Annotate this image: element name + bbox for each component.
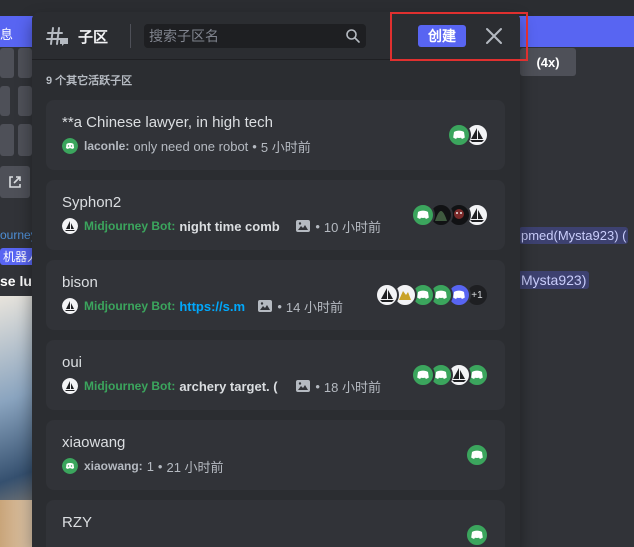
participant-avatars: +1 xyxy=(375,283,489,307)
threads-icon xyxy=(46,27,68,46)
highlight-annotation-box xyxy=(390,12,528,61)
separator-dot: • xyxy=(277,298,282,314)
separator-dot: • xyxy=(315,378,320,394)
separator-dot: • xyxy=(252,138,257,154)
threads-popup: 子区 创建 9 个其它活跃子区 **a Chinese lawyer, in h… xyxy=(32,12,520,547)
search-box xyxy=(144,24,366,48)
thread-name: **a Chinese lawyer, in high tech xyxy=(62,114,273,131)
thread-name: oui xyxy=(62,354,83,371)
thread-last-message: only need one robot xyxy=(133,138,249,154)
background-mention[interactable]: pmed(Mysta923) ( xyxy=(519,227,629,244)
thread-time: 14 小时前 xyxy=(285,299,343,315)
thread-last-message: 1 xyxy=(146,458,154,474)
background-upscale-button[interactable]: (4x) xyxy=(520,48,576,76)
thread-last-message: archery target. ( xyxy=(179,378,278,394)
separator-dot: • xyxy=(315,218,320,234)
background-link-button[interactable] xyxy=(0,166,30,198)
popup-title: 子区 xyxy=(78,29,109,46)
thread-author: xiaowang: xyxy=(84,459,143,473)
thread-last-message[interactable]: https://s.m xyxy=(179,299,251,314)
image-icon xyxy=(296,380,311,392)
discord-avatar-icon xyxy=(447,123,471,147)
thread-meta: Midjourney Bot: https://s.m • 14 小时前 xyxy=(62,298,343,315)
thread-card[interactable]: Syphon2 Midjourney Bot: night time comb … xyxy=(46,180,505,250)
image-icon xyxy=(258,300,273,312)
thread-meta: Midjourney Bot: night time comb • 10 小时前 xyxy=(62,218,381,235)
background-button[interactable] xyxy=(18,48,32,78)
background-button[interactable] xyxy=(0,48,14,78)
header-divider xyxy=(130,24,131,48)
thread-card[interactable]: oui Midjourney Bot: archery target. ( • … xyxy=(46,340,505,410)
thread-name: xiaowang xyxy=(62,434,126,451)
background-text: se lu xyxy=(0,273,32,289)
sailboat-avatar-icon xyxy=(62,298,78,314)
separator-dot: • xyxy=(157,458,163,474)
discord-avatar-icon xyxy=(62,458,78,474)
background-banner-text: 息 xyxy=(0,27,14,42)
discord-avatar-icon xyxy=(465,523,489,547)
discord-avatar-icon xyxy=(62,138,78,154)
thread-name: bison xyxy=(62,274,98,291)
sailboat-avatar-icon xyxy=(375,283,399,307)
thread-author: Midjourney Bot: xyxy=(84,299,176,313)
discord-avatar-icon xyxy=(411,203,435,227)
background-button[interactable] xyxy=(0,124,14,156)
participant-avatars xyxy=(465,523,489,547)
thread-meta: xiaowang: 1 • 21 小时前 xyxy=(62,458,224,475)
thread-time: 18 小时前 xyxy=(323,379,381,395)
background-button[interactable] xyxy=(18,86,32,116)
thread-card[interactable]: xiaowang xiaowang: 1 • 21 小时前 xyxy=(46,420,505,490)
search-input[interactable] xyxy=(144,24,340,48)
thread-card[interactable]: **a Chinese lawyer, in high tech laconle… xyxy=(46,100,505,170)
thread-meta: laconle: only need one robot • 5 小时前 xyxy=(62,138,311,155)
background-button[interactable] xyxy=(18,124,32,156)
thread-author: laconle: xyxy=(84,139,130,153)
thread-time: 10 小时前 xyxy=(323,219,381,235)
discord-avatar-icon xyxy=(465,443,489,467)
sailboat-avatar-icon xyxy=(62,218,78,234)
thread-last-message: night time comb xyxy=(179,218,280,234)
participant-avatars xyxy=(447,123,489,147)
external-link-icon xyxy=(9,176,21,188)
search-icon xyxy=(346,29,360,43)
image-icon xyxy=(296,220,311,232)
thread-author: Midjourney Bot: xyxy=(84,379,176,393)
thread-card[interactable]: RZY xyxy=(46,500,505,547)
participant-avatars xyxy=(411,203,489,227)
participant-avatars xyxy=(465,443,489,467)
discord-avatar-icon xyxy=(411,363,435,387)
thread-time: 5 小时前 xyxy=(260,139,311,155)
thread-meta: Midjourney Bot: archery target. ( • 18 小… xyxy=(62,378,381,395)
thread-time: 21 小时前 xyxy=(166,459,224,475)
section-label: 9 个其它活跃子区 xyxy=(46,75,133,87)
background-mention[interactable]: Mysta923) xyxy=(518,271,590,289)
thread-name: Syphon2 xyxy=(62,194,122,211)
thread-card[interactable]: bison Midjourney Bot: https://s.m • 14 小… xyxy=(46,260,505,330)
participant-avatars xyxy=(411,363,489,387)
sailboat-avatar-icon xyxy=(62,378,78,394)
background-button[interactable] xyxy=(0,86,10,116)
thread-name: RZY xyxy=(62,514,92,531)
thread-author: Midjourney Bot: xyxy=(84,219,176,233)
